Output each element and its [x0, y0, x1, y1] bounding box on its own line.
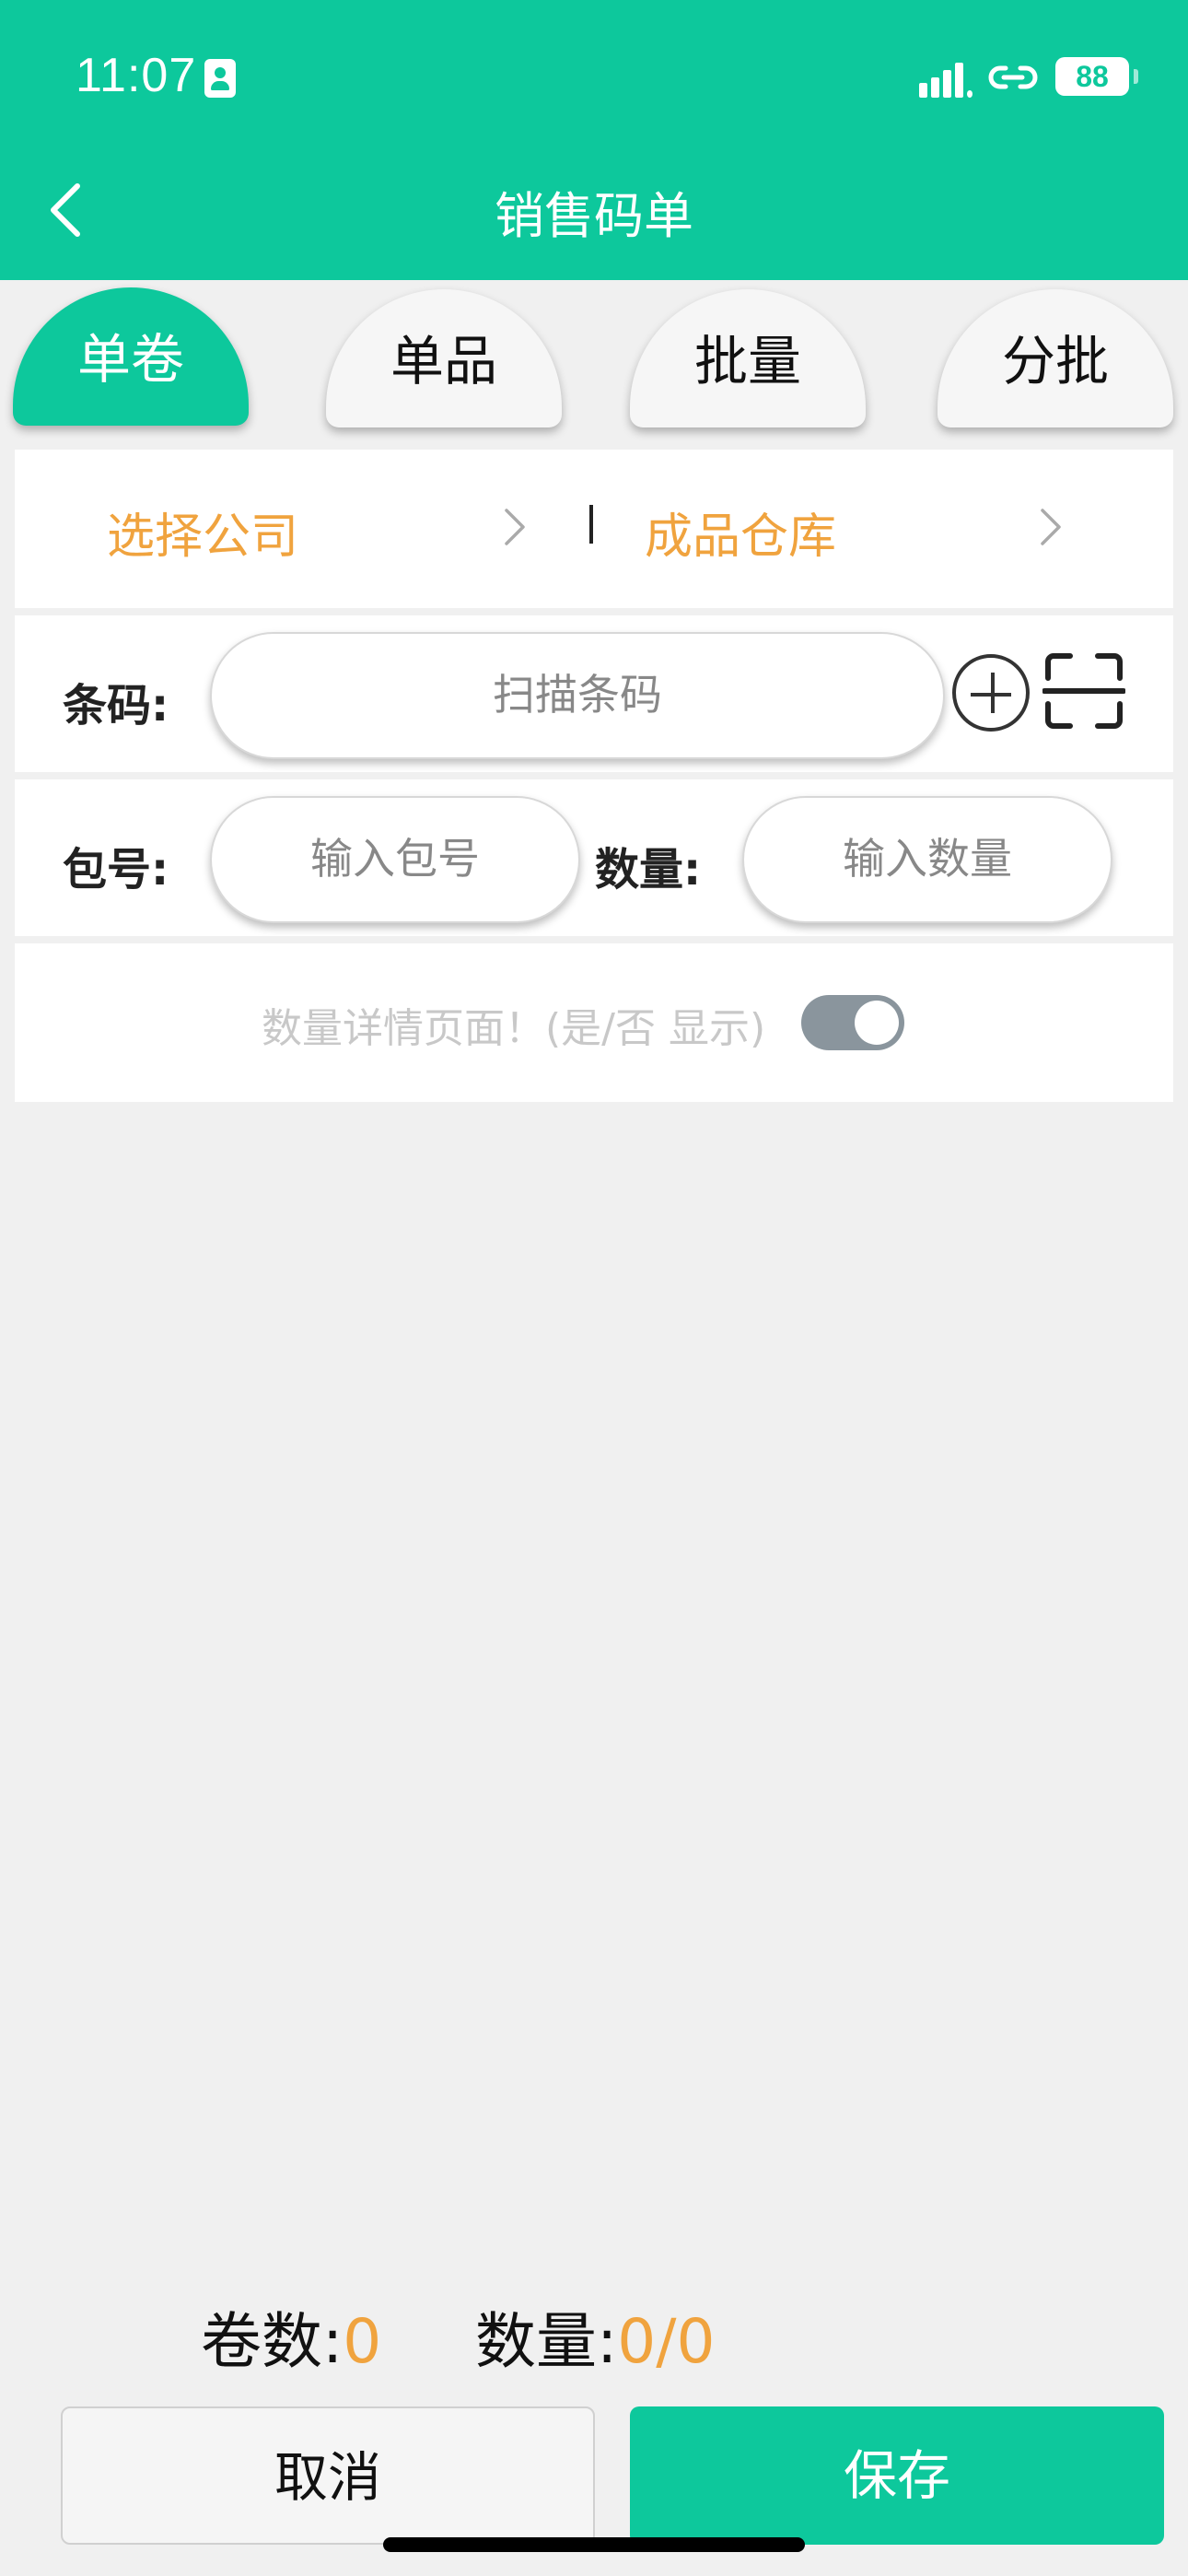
page-title: 销售码单	[495, 187, 693, 245]
chevron-right-icon	[1041, 509, 1061, 545]
package-quantity-row: 包号: 输入包号 数量: 输入数量	[15, 779, 1173, 936]
tab-single-roll[interactable]: 单卷	[13, 287, 249, 426]
tab-split-batch[interactable]: 分批	[938, 289, 1173, 427]
rolls-value: 0	[343, 2306, 382, 2377]
barcode-label: 条码:	[63, 680, 169, 732]
tab-single-item[interactable]: 单品	[326, 289, 562, 427]
toggle-label: 数量详情页面！(是/否 显示)	[262, 1005, 766, 1052]
tab-batch[interactable]: 批量	[630, 289, 866, 427]
rolls-total: 卷数:0	[201, 2292, 381, 2381]
barcode-input[interactable]: 扫描条码	[210, 632, 945, 759]
quantity-total: 数量:0/0	[475, 2292, 715, 2381]
status-time: 11:07	[76, 49, 197, 102]
header-bar: 11:07 88 销售码单	[0, 0, 1188, 280]
quantity-detail-toggle[interactable]	[801, 995, 904, 1050]
chevron-right-icon	[505, 509, 525, 545]
quantity-input[interactable]: 输入数量	[742, 796, 1112, 923]
selector-divider	[589, 505, 593, 544]
quantity-total-label: 数量:	[475, 2306, 618, 2377]
cancel-button[interactable]: 取消	[61, 2406, 595, 2545]
home-indicator	[383, 2537, 805, 2552]
battery-icon: 88	[1055, 57, 1138, 96]
package-label: 包号:	[63, 844, 169, 896]
scan-icon[interactable]	[1042, 650, 1125, 732]
add-icon[interactable]	[952, 654, 1030, 732]
rolls-label: 卷数:	[201, 2306, 344, 2377]
package-input[interactable]: 输入包号	[210, 796, 580, 923]
quantity-total-value: 0/0	[617, 2306, 716, 2377]
quantity-detail-toggle-row: 数量详情页面！(是/否 显示)	[15, 943, 1173, 1102]
signal-icon	[919, 57, 974, 98]
toggle-knob	[855, 1001, 899, 1045]
warehouse-selector[interactable]: 成品仓库	[645, 498, 836, 567]
selector-row: 选择公司 成品仓库	[15, 450, 1173, 608]
mode-tabs: 单卷 单品 批量 分批	[0, 280, 1188, 450]
id-card-icon	[204, 59, 236, 98]
company-selector[interactable]: 选择公司	[107, 498, 298, 567]
quantity-label: 数量:	[595, 844, 702, 896]
barcode-row: 条码: 扫描条码	[15, 615, 1173, 772]
link-icon	[988, 65, 1038, 89]
save-button[interactable]: 保存	[630, 2406, 1164, 2545]
